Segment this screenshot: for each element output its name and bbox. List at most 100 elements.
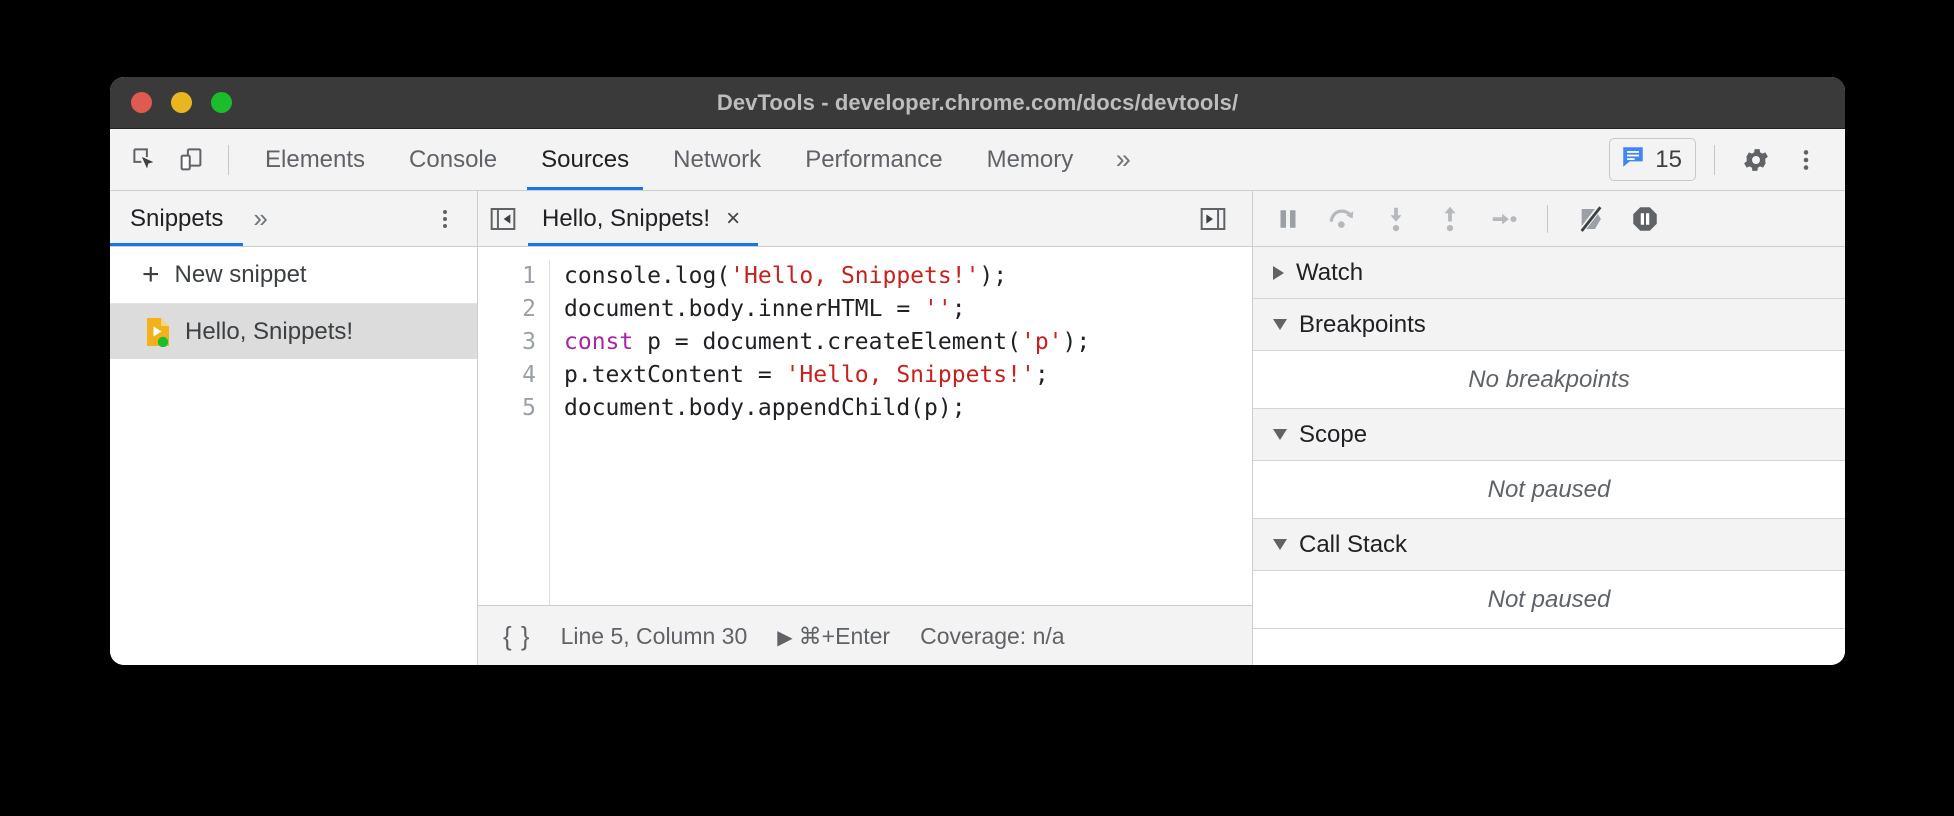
code-token: 'Hello, Snippets!' xyxy=(786,362,1035,388)
code-token: document.body.appendChild(p); xyxy=(564,395,966,421)
editor-pane: Hello, Snippets! × 12345 console.log('H xyxy=(478,191,1253,665)
cursor-position: Line 5, Column 30 xyxy=(561,623,748,650)
tab-label: Network xyxy=(673,146,761,174)
navigator-more-label: » xyxy=(253,203,267,233)
pretty-print-button[interactable]: { } xyxy=(503,621,531,652)
accordion-breakpoints: Breakpoints No breakpoints xyxy=(1253,299,1845,409)
tab-label: Elements xyxy=(265,146,365,174)
code-line: document.body.appendChild(p); xyxy=(564,392,1090,425)
code-token: '' xyxy=(924,296,952,322)
tab-label: Performance xyxy=(805,146,942,174)
pause-icon[interactable] xyxy=(1265,196,1311,242)
tab-sources[interactable]: Sources xyxy=(519,129,651,190)
step-icon[interactable] xyxy=(1481,196,1527,242)
navigator-kebab-menu-icon[interactable] xyxy=(433,207,477,231)
editor-tabbar-right xyxy=(1188,203,1252,235)
message-count: 15 xyxy=(1655,146,1682,174)
device-toolbar-icon[interactable] xyxy=(168,137,214,183)
run-shortcut-label: ⌘+Enter xyxy=(799,623,890,649)
chevron-down-icon xyxy=(1273,319,1287,330)
tab-memory[interactable]: Memory xyxy=(965,129,1096,190)
code-token: document.body.innerHTML = xyxy=(564,296,924,322)
deactivate-breakpoints-icon[interactable] xyxy=(1568,196,1614,242)
accordion-header-breakpoints[interactable]: Breakpoints xyxy=(1253,299,1845,351)
expand-debugger-icon[interactable] xyxy=(1188,203,1238,235)
accordion-title: Breakpoints xyxy=(1299,311,1426,339)
accordion-header-watch[interactable]: Watch xyxy=(1253,247,1845,299)
tab-console[interactable]: Console xyxy=(387,129,519,190)
line-number: 2 xyxy=(478,293,536,326)
play-icon: ▶ xyxy=(777,627,792,649)
list-item-label: Hello, Snippets! xyxy=(185,318,353,346)
window-title: DevTools - developer.chrome.com/docs/dev… xyxy=(110,90,1845,116)
sources-panel: Snippets » + New snippet xyxy=(110,191,1845,665)
code-token: 'Hello, Snippets!' xyxy=(730,263,979,289)
editor-tab-hello-snippets[interactable]: Hello, Snippets! × xyxy=(528,192,758,246)
editor-tab-label: Hello, Snippets! xyxy=(542,205,710,233)
line-number: 4 xyxy=(478,359,536,392)
navigator-more-chevron-icon[interactable]: » xyxy=(243,203,277,234)
devtools-window: DevTools - developer.chrome.com/docs/dev… xyxy=(110,77,1845,665)
accordion-watch: Watch xyxy=(1253,247,1845,299)
breakpoints-empty-message: No breakpoints xyxy=(1253,351,1845,409)
message-count-badge[interactable]: 15 xyxy=(1609,138,1696,181)
accordion-header-scope[interactable]: Scope xyxy=(1253,409,1845,461)
gear-icon[interactable] xyxy=(1733,137,1779,183)
editor-tabbar: Hello, Snippets! × xyxy=(478,191,1252,247)
tab-network[interactable]: Network xyxy=(651,129,783,190)
new-snippet-button[interactable]: + New snippet xyxy=(110,247,477,304)
scope-empty-message: Not paused xyxy=(1253,461,1845,519)
code-token: console.log( xyxy=(564,263,730,289)
tab-label: Sources xyxy=(541,146,629,174)
tabstrip-right-controls: 15 xyxy=(1609,137,1845,183)
window-titlebar: DevTools - developer.chrome.com/docs/dev… xyxy=(110,77,1845,129)
toolbar-divider xyxy=(228,145,229,175)
code-token: p.textContent = xyxy=(564,362,786,388)
code-content[interactable]: console.log('Hello, Snippets!');document… xyxy=(550,260,1090,605)
code-editor[interactable]: 12345 console.log('Hello, Snippets!');do… xyxy=(478,247,1252,605)
accordion-title: Call Stack xyxy=(1299,531,1407,559)
close-window-button[interactable] xyxy=(131,92,152,113)
nav-tab-label: Snippets xyxy=(130,205,223,233)
accordion-title: Watch xyxy=(1296,259,1363,287)
close-icon[interactable]: × xyxy=(726,207,740,231)
code-token: ); xyxy=(1063,329,1091,355)
pause-on-exceptions-icon[interactable] xyxy=(1622,196,1668,242)
kebab-menu-icon[interactable] xyxy=(1783,137,1829,183)
chevron-down-icon xyxy=(1273,539,1287,550)
code-line: p.textContent = 'Hello, Snippets!'; xyxy=(564,359,1090,392)
code-line: console.log('Hello, Snippets!'); xyxy=(564,260,1090,293)
more-tabs-label: » xyxy=(1116,144,1131,175)
accordion-header-call-stack[interactable]: Call Stack xyxy=(1253,519,1845,571)
zoom-window-button[interactable] xyxy=(211,92,232,113)
tab-elements[interactable]: Elements xyxy=(243,129,387,190)
more-tabs-chevron-icon[interactable]: » xyxy=(1095,137,1151,183)
collapse-navigator-icon[interactable] xyxy=(478,203,528,235)
line-number: 5 xyxy=(478,392,536,425)
debugger-toolbar xyxy=(1253,191,1845,247)
line-number: 3 xyxy=(478,326,536,359)
plus-icon: + xyxy=(142,260,160,290)
devtools-tabstrip: Elements Console Sources Network Perform… xyxy=(110,129,1845,191)
tab-performance[interactable]: Performance xyxy=(783,129,964,190)
chevron-right-icon xyxy=(1273,266,1284,280)
debugger-toolbar-divider xyxy=(1547,205,1548,233)
minimize-window-button[interactable] xyxy=(171,92,192,113)
nav-tab-snippets[interactable]: Snippets xyxy=(110,192,243,246)
traffic-lights xyxy=(131,77,232,128)
run-snippet-button[interactable]: ▶ ⌘+Enter xyxy=(777,623,890,650)
step-into-icon[interactable] xyxy=(1373,196,1419,242)
call-stack-empty-message: Not paused xyxy=(1253,571,1845,629)
snippet-file-icon xyxy=(145,317,171,347)
inspect-element-icon[interactable] xyxy=(122,137,168,183)
line-number: 1 xyxy=(478,260,536,293)
step-over-icon[interactable] xyxy=(1319,196,1365,242)
debugger-sidebar: Watch Breakpoints No breakpoints Scope N… xyxy=(1253,191,1845,665)
tab-label: Memory xyxy=(987,146,1074,174)
step-out-icon[interactable] xyxy=(1427,196,1473,242)
code-token: 'p' xyxy=(1021,329,1063,355)
code-token: ; xyxy=(1035,362,1049,388)
code-token: const xyxy=(564,329,633,355)
list-item[interactable]: Hello, Snippets! xyxy=(110,304,477,359)
navigator-tabbar: Snippets » xyxy=(110,191,477,247)
